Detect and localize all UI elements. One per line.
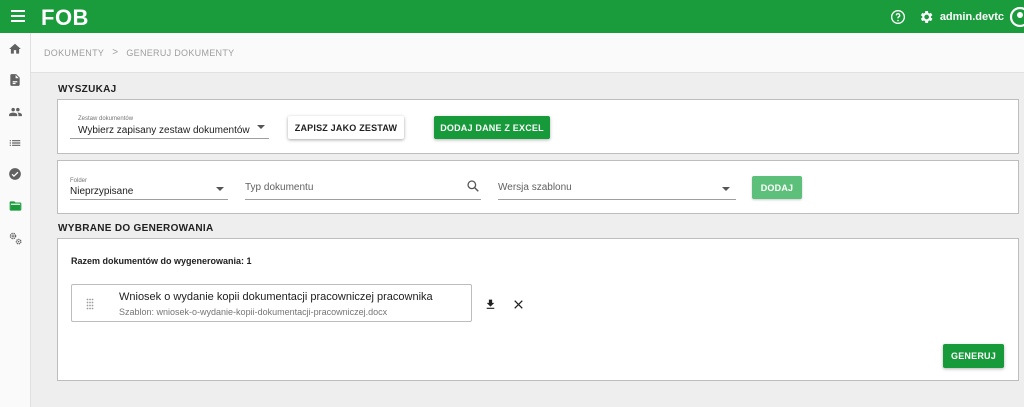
total-documents-count: Razem dokumentów do wygenerowania: 1 [71,256,252,266]
search-icon[interactable] [466,179,480,193]
document-set-panel: Zestaw dokumentów Wybierz zapisany zesta… [57,99,1019,154]
template-version-select[interactable]: Wersja szablonu [498,175,736,200]
top-app-bar: FOB admin.devtc [0,0,1024,33]
check-circle-icon [9,168,21,180]
add-button[interactable]: DODAJ [752,176,802,199]
home-icon [9,43,21,54]
breadcrumb-bar: DOKUMENTY > GENERUJ DOKUMENTY [31,33,1024,73]
sidebar-item-documents[interactable] [6,71,24,89]
document-type-input[interactable]: Typ dokumentu [245,175,481,200]
list-icon [9,140,21,146]
document-set-select[interactable]: Zestaw dokumentów Wybierz zapisany zesta… [70,113,269,139]
folder-select[interactable]: Folder Nieprzypisane [70,175,228,200]
sidebar-item-approved[interactable] [6,165,24,183]
account-avatar-icon[interactable] [1008,6,1024,27]
search-section-title: WYSZUKAJ [58,84,117,95]
breadcrumb-separator: > [112,47,119,58]
gear-icon[interactable] [918,9,934,25]
chevron-down-icon [722,187,730,191]
people-icon [8,107,22,117]
folder-value: Nieprzypisane [70,186,134,197]
close-icon[interactable] [512,298,525,311]
help-icon[interactable] [890,9,906,25]
drag-handle-icon[interactable] [86,298,94,310]
folder-open-icon [9,201,21,211]
breadcrumb: DOKUMENTY > GENERUJ DOKUMENTY [44,47,234,58]
chevron-down-icon [216,187,224,191]
settings-cogs-icon [9,232,21,244]
document-title: Wniosek o wydanie kopii dokumentacji pra… [119,291,433,303]
document-type-placeholder: Typ dokumentu [245,182,314,193]
user-name[interactable]: admin.devtc [940,11,1004,23]
breadcrumb-item-documents[interactable]: DOKUMENTY [44,48,104,58]
app-logo[interactable]: FOB [41,5,89,31]
document-set-value: Wybierz zapisany zestaw dokumentów [78,125,250,136]
selected-section-title: WYBRANE DO GENEROWANIA [58,223,214,234]
generate-button[interactable]: GENERUJ [943,344,1004,368]
side-navigation [0,33,31,407]
sidebar-item-list[interactable] [6,134,24,152]
document-set-label: Zestaw dokumentów [78,116,134,122]
filter-panel: Folder Nieprzypisane Typ dokumentu Wersj… [57,160,1019,214]
sidebar-item-admin-settings[interactable] [6,229,24,247]
document-template-name: Szablon: wniosek-o-wydanie-kopii-dokumen… [119,307,388,317]
folder-label: Folder [70,178,88,184]
list-item: Wniosek o wydanie kopii dokumentacji pra… [71,284,472,322]
add-excel-data-button[interactable]: DODAJ DANE Z EXCEL [434,116,550,139]
document-icon [10,74,20,86]
hamburger-menu-icon[interactable] [11,10,25,22]
sidebar-item-home[interactable] [6,40,24,58]
download-icon[interactable] [484,298,497,311]
template-version-placeholder: Wersja szablonu [498,182,572,193]
chevron-down-icon [257,125,265,129]
sidebar-item-people[interactable] [6,103,24,121]
breadcrumb-item-generate: GENERUJ DOKUMENTY [126,47,235,58]
sidebar-item-folders[interactable] [6,197,24,215]
save-as-set-button[interactable]: ZAPISZ JAKO ZESTAW [288,116,404,139]
